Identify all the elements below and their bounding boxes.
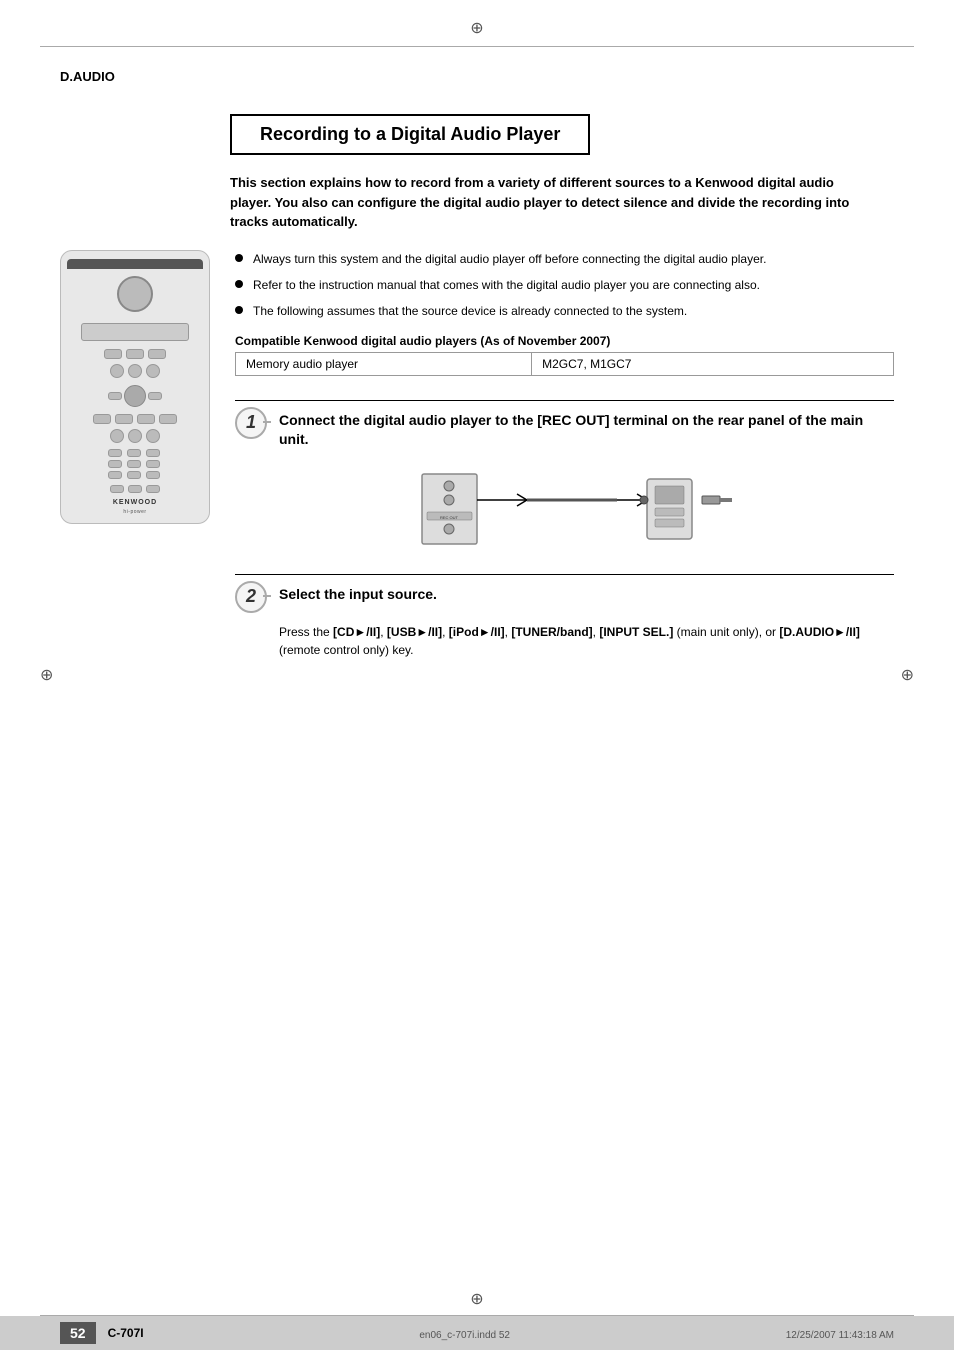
connection-diagram: REC OUT (279, 464, 894, 554)
remote-display (81, 323, 190, 341)
page-container: ⊕ D.AUDIO Recording to a Digital Audio P… (0, 0, 954, 1350)
bottom-bar: 52 C-707I en06_c-707i.indd 52 12/25/2007… (0, 1316, 954, 1350)
step-1-section: 1 Connect the digital audio player to th… (235, 400, 894, 554)
remote-btn (93, 414, 111, 424)
daudio-label: D.AUDIO (60, 67, 115, 84)
remote-center (124, 385, 146, 407)
remote-num7 (108, 471, 122, 479)
remote-num8 (127, 471, 141, 479)
title-box: Recording to a Digital Audio Player (230, 114, 590, 155)
svg-text:REC OUT: REC OUT (440, 515, 459, 520)
step-1-header: 1 Connect the digital audio player to th… (235, 400, 894, 450)
bullet-text-1: Always turn this system and the digital … (253, 250, 766, 268)
bottom-registration-mark: ⊕ (0, 1279, 954, 1315)
top-hr-line (40, 46, 914, 47)
bullet-dot (235, 280, 243, 288)
remote-num6 (146, 460, 160, 468)
left-registration-mark: ⊕ (40, 665, 53, 685)
remote-btn (104, 349, 122, 359)
compat-table-row: Memory audio player M2GC7, M1GC7 (236, 352, 894, 375)
remote-control-image: KENWOOD hi-power (60, 250, 210, 524)
top-registration-mark: ⊕ (0, 0, 954, 46)
main-content: Recording to a Digital Audio Player This… (0, 94, 954, 699)
step-2-number: 2 (235, 581, 267, 613)
remote-btn (148, 349, 166, 359)
step-1-title: Connect the digital audio player to the … (279, 411, 894, 450)
step-2-section: 2 Select the input source. Press the [CD… (235, 574, 894, 659)
remote-num9 (146, 471, 160, 479)
bullet-item-1: Always turn this system and the digital … (235, 250, 894, 268)
step-2-body-text: Press the [CD►/II], [USB►/II], [iPod►/II… (279, 625, 860, 657)
bullet-item-3: The following assumes that the source de… (235, 302, 894, 320)
remote-numpad (108, 449, 162, 479)
remote-row5 (110, 485, 160, 493)
compat-model: M2GC7, M1GC7 (532, 352, 894, 375)
step-2-body: Press the [CD►/II], [USB►/II], [iPod►/II… (279, 623, 894, 659)
content-col: Always turn this system and the digital … (235, 250, 894, 679)
bottom-right: 12/25/2007 11:43:18 AM (786, 1326, 894, 1341)
remote-btn-extra (110, 485, 124, 493)
remote-btn (115, 414, 133, 424)
remote-model-label: hi-power (123, 509, 146, 515)
bullet-text-3: The following assumes that the source de… (253, 302, 687, 320)
page-number: 52 (60, 1322, 96, 1344)
remote-power-btn (117, 276, 153, 312)
bullet-dot (235, 254, 243, 262)
header-section: D.AUDIO (0, 55, 954, 84)
model-label: C-707I (108, 1326, 144, 1340)
bullet-item-2: Refer to the instruction manual that com… (235, 276, 894, 294)
remote-num5 (127, 460, 141, 468)
remote-brand-label: KENWOOD (113, 499, 157, 506)
remote-row3 (93, 414, 177, 424)
remote-num4 (108, 460, 122, 468)
remote-num3 (146, 449, 160, 457)
remote-row4 (110, 429, 160, 443)
compat-label: Compatible Kenwood digital audio players… (235, 334, 894, 348)
bottom-center: en06_c-707i.indd 52 (419, 1326, 510, 1341)
intro-text: This section explains how to record from… (230, 173, 874, 232)
remote-btn-0 (128, 485, 142, 493)
remote-num2 (127, 449, 141, 457)
compat-type: Memory audio player (236, 352, 532, 375)
compat-table: Memory audio player M2GC7, M1GC7 (235, 352, 894, 376)
remote-image-col: KENWOOD hi-power (60, 250, 215, 524)
step-2-header: 2 Select the input source. (235, 574, 894, 613)
remote-btn-circle (128, 429, 142, 443)
footer-file: en06_c-707i.indd 52 (419, 1330, 510, 1341)
two-column-layout: KENWOOD hi-power Always turn this system… (60, 250, 894, 679)
step-1-number: 1 (235, 407, 267, 439)
remote-btn-circle (146, 364, 160, 378)
bullet-list: Always turn this system and the digital … (235, 250, 894, 320)
remote-row1 (104, 349, 166, 359)
page-title: Recording to a Digital Audio Player (260, 124, 560, 145)
remote-btn-circle (146, 429, 160, 443)
remote-btn-extra (146, 485, 160, 493)
bottom-section: ⊕ 52 C-707I en06_c-707i.indd 52 12/25/20… (0, 1279, 954, 1350)
connection-diagram-svg: REC OUT (417, 464, 757, 554)
remote-right (148, 392, 162, 400)
remote-left (108, 392, 122, 400)
remote-btn-circle (128, 364, 142, 378)
bottom-left: 52 C-707I (60, 1322, 144, 1344)
remote-dpad-area (108, 385, 162, 407)
remote-btn (159, 414, 177, 424)
remote-num1 (108, 449, 122, 457)
bullet-dot (235, 306, 243, 314)
remote-btn-circle (110, 429, 124, 443)
footer-date: 12/25/2007 11:43:18 AM (786, 1330, 894, 1341)
remote-top-strip (67, 259, 203, 269)
right-registration-mark: ⊕ (901, 665, 914, 685)
remote-btn (137, 414, 155, 424)
step-2-title: Select the input source. (279, 585, 437, 605)
remote-dpad-row (108, 385, 162, 407)
bullet-text-2: Refer to the instruction manual that com… (253, 276, 760, 294)
remote-row2 (110, 364, 160, 378)
remote-btn-circle (110, 364, 124, 378)
remote-btn (126, 349, 144, 359)
